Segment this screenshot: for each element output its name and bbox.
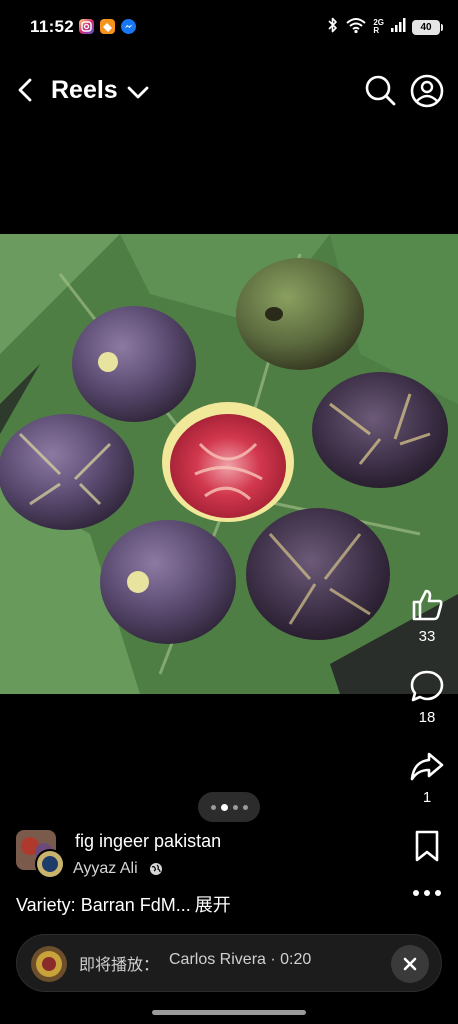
bookmark-icon bbox=[415, 830, 439, 862]
share-arrow-icon bbox=[410, 752, 444, 781]
status-bar: 11:52 2G R 40 bbox=[0, 0, 458, 56]
carousel-dot bbox=[220, 803, 228, 811]
bluetooth-icon bbox=[327, 16, 339, 39]
purple-fig bbox=[0, 414, 134, 530]
up-next-thumbnail bbox=[31, 946, 67, 982]
more-options-button[interactable] bbox=[407, 873, 447, 913]
comment-button[interactable] bbox=[407, 666, 447, 706]
chevron-left-icon bbox=[18, 78, 32, 102]
roaming-indicator: R bbox=[373, 26, 380, 35]
wifi-icon bbox=[345, 16, 367, 39]
signal-icon bbox=[390, 17, 406, 38]
search-icon bbox=[365, 75, 396, 106]
orange-app-icon bbox=[100, 19, 115, 34]
status-indicators: 2G R 40 bbox=[327, 16, 443, 39]
share-count: 1 bbox=[422, 789, 432, 806]
globe-icon bbox=[149, 862, 163, 876]
close-button[interactable] bbox=[391, 945, 429, 983]
page-title[interactable]: Reels bbox=[51, 76, 118, 105]
chevron-down-icon[interactable] bbox=[124, 78, 154, 108]
see-more-link[interactable]: 展开 bbox=[195, 895, 231, 915]
group-avatar[interactable] bbox=[16, 830, 68, 880]
fig-eye bbox=[265, 307, 283, 321]
network-label: 2G R bbox=[373, 19, 384, 35]
like-count: 33 bbox=[418, 628, 436, 645]
up-next-label: 即将播放： bbox=[79, 957, 160, 974]
up-next-title: Carlos Rivera · 0:20 bbox=[169, 951, 312, 968]
instagram-icon bbox=[79, 19, 94, 34]
carousel-indicator bbox=[198, 792, 260, 822]
caption[interactable]: Variety: Barran FdM... 展开 bbox=[16, 891, 231, 917]
purple-fig bbox=[100, 520, 236, 644]
halved-fig-flesh bbox=[170, 414, 286, 518]
battery-level: 40 bbox=[420, 21, 432, 33]
search-button[interactable] bbox=[362, 72, 398, 108]
carousel-dot bbox=[242, 804, 248, 810]
share-button[interactable] bbox=[407, 746, 447, 786]
author-name[interactable]: Ayyaz Ali bbox=[73, 860, 138, 878]
up-next-bar[interactable]: 即将播放： Carlos Rivera · 0:20 bbox=[16, 934, 442, 992]
dark-fig bbox=[246, 508, 390, 640]
home-indicator[interactable] bbox=[152, 1010, 306, 1015]
battery-icon: 40 bbox=[412, 19, 443, 35]
caption-text: Variety: Barran FdM... bbox=[16, 895, 191, 915]
save-button[interactable] bbox=[407, 826, 447, 866]
profile-icon bbox=[410, 74, 444, 108]
carousel-dot bbox=[232, 804, 238, 810]
carousel-dot bbox=[210, 804, 216, 810]
back-button[interactable] bbox=[12, 72, 42, 108]
status-time: 11:52 bbox=[30, 17, 75, 36]
green-fig bbox=[236, 258, 364, 370]
reel-video[interactable] bbox=[0, 234, 458, 694]
purple-fig bbox=[72, 306, 196, 422]
close-icon bbox=[403, 957, 417, 971]
thumbs-up-icon bbox=[412, 589, 443, 621]
comment-count: 18 bbox=[418, 709, 436, 726]
author-avatar-inner bbox=[42, 856, 58, 872]
fig-stem bbox=[98, 352, 118, 372]
profile-button[interactable] bbox=[408, 72, 446, 110]
fig-stem bbox=[127, 571, 149, 593]
more-dots-icon bbox=[413, 890, 441, 896]
comment-icon bbox=[410, 670, 444, 702]
dark-fig bbox=[312, 372, 448, 488]
like-button[interactable] bbox=[407, 585, 447, 625]
messenger-icon bbox=[121, 19, 136, 34]
group-name[interactable]: fig ingeer pakistan bbox=[75, 831, 221, 852]
